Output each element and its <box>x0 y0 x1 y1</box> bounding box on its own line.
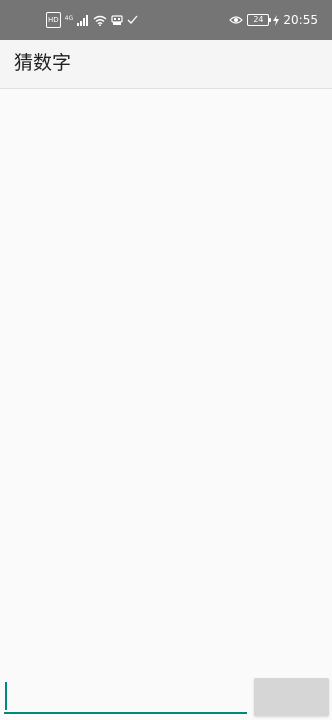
status-time: 20:55 <box>283 13 318 27</box>
status-right-group: 24 20:55 <box>229 11 318 29</box>
submit-button[interactable] <box>254 678 329 716</box>
message-list[interactable] <box>0 89 332 674</box>
guess-input[interactable] <box>4 678 247 714</box>
charging-icon <box>273 13 280 27</box>
input-bar <box>0 674 332 720</box>
page-title: 猜数字 <box>14 52 72 74</box>
battery-icon: 24 <box>247 14 272 26</box>
status-left-group: HD 4G <box>46 11 138 29</box>
status-bar: HD 4G 24 20:55 <box>0 0 332 40</box>
usb-icon <box>111 13 123 27</box>
signal-icon <box>77 13 89 27</box>
network-type-label: 4G <box>64 15 74 22</box>
wifi-icon <box>93 13 107 27</box>
text-cursor <box>5 682 7 710</box>
app-bar: 猜数字 <box>0 40 332 89</box>
screen: HD 4G 24 20:55 猜数字 <box>0 0 332 720</box>
check-icon <box>127 13 138 27</box>
eye-comfort-icon <box>229 13 244 27</box>
hd-icon: HD <box>46 12 61 28</box>
